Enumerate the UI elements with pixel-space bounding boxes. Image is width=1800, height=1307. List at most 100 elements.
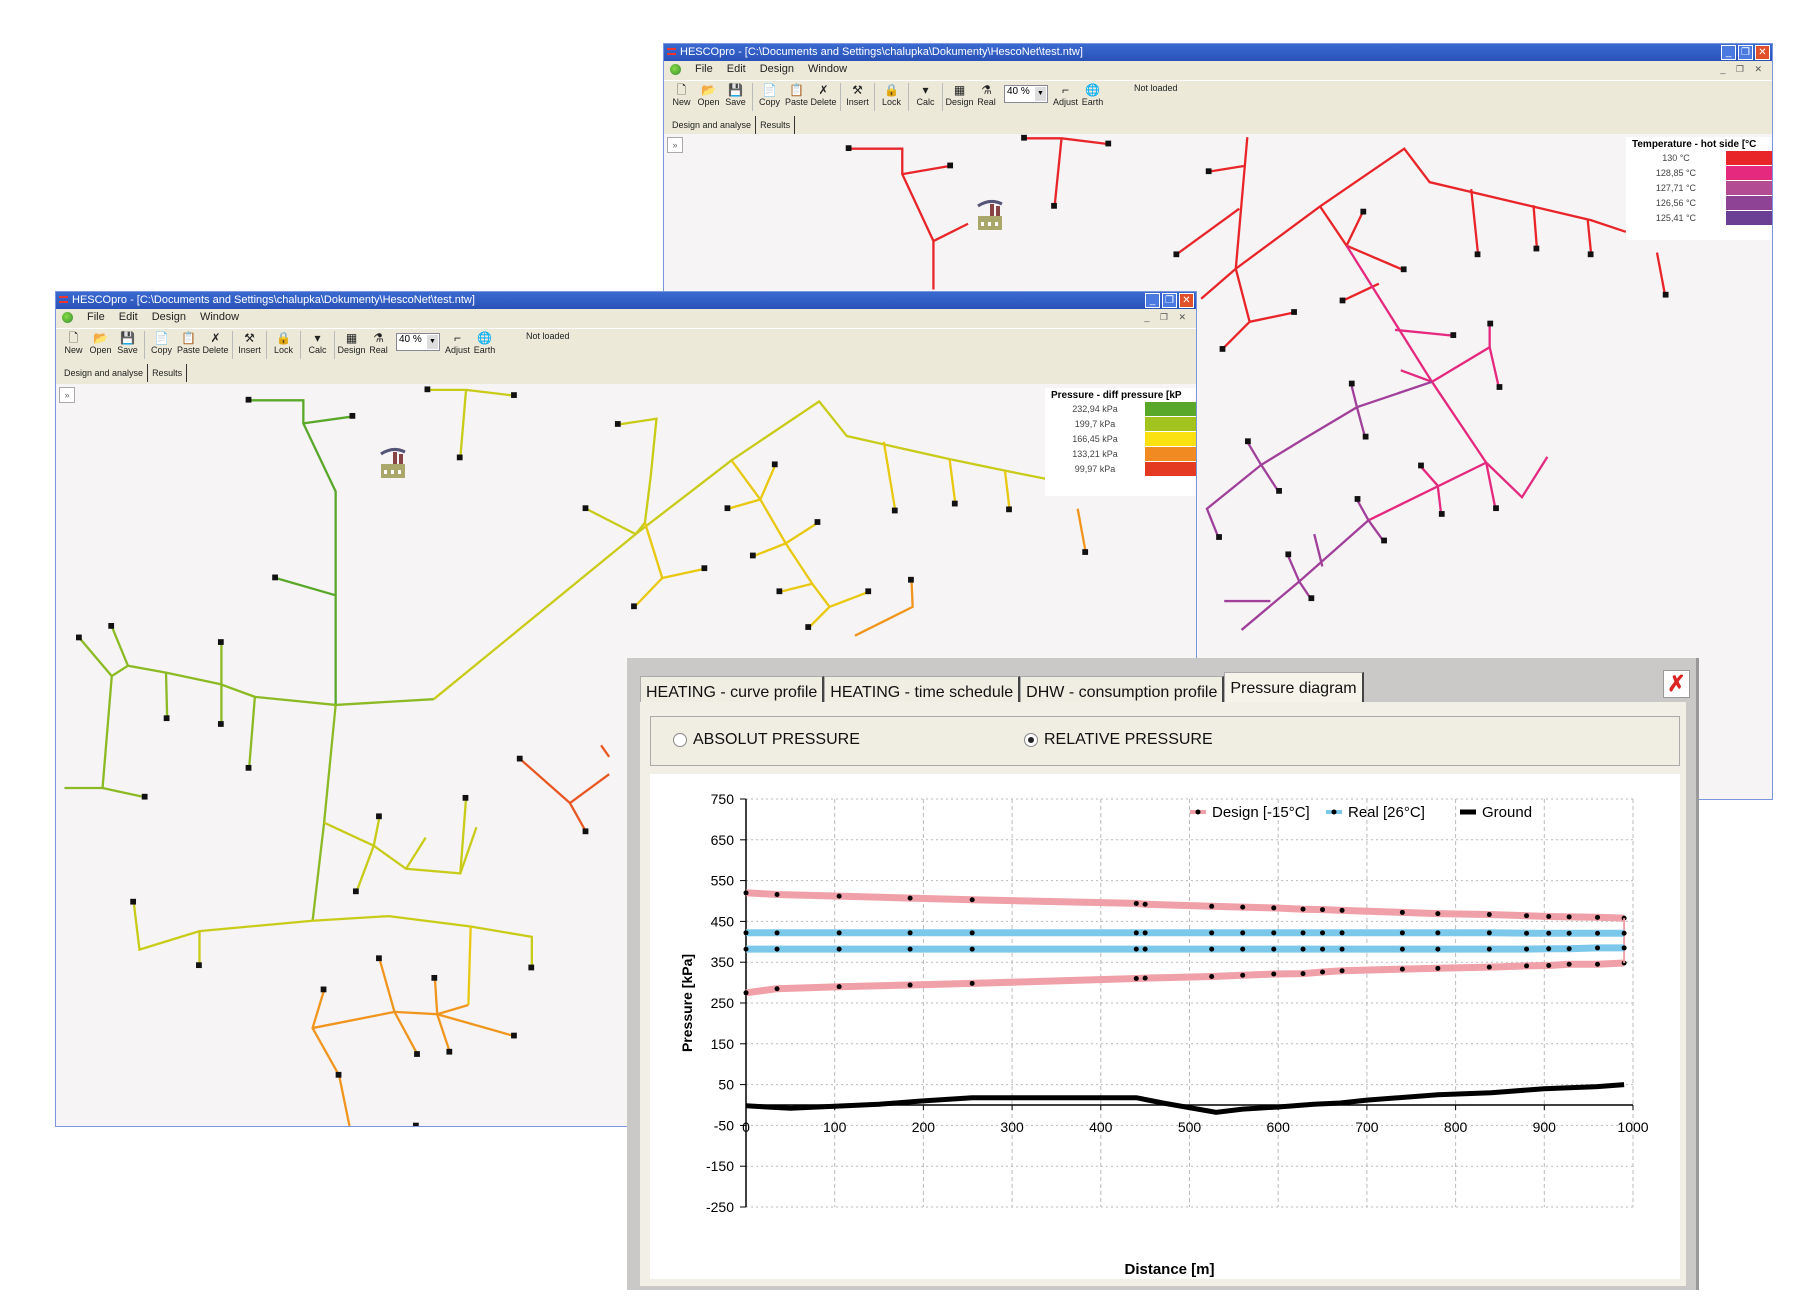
menu-edit[interactable]: Edit — [727, 61, 746, 78]
close-button[interactable]: ✕ — [1179, 293, 1194, 308]
y-tick-label: 750 — [711, 791, 735, 807]
x-tick-label: 500 — [1178, 1119, 1202, 1135]
earth-button[interactable]: 🌐 Earth — [471, 329, 498, 355]
close-button[interactable]: ✕ — [1755, 45, 1770, 60]
x-tick-label: 600 — [1267, 1119, 1291, 1135]
menu-design[interactable]: Design — [760, 61, 794, 78]
zoom-select[interactable]: 40 % ▼ — [1004, 85, 1048, 103]
menu-bar: File Edit Design Window _ ❐ ✕ — [664, 61, 1772, 78]
legend-value: 232,94 kPa — [1072, 403, 1118, 414]
insert-button[interactable]: ⚒ Insert — [236, 329, 263, 355]
chevron-down-icon: ▼ — [1035, 87, 1046, 101]
tab-results[interactable]: Results — [148, 364, 188, 382]
earth-icon: 🌐 — [477, 331, 492, 345]
window-title: HESCOpro - [C:\Documents and Settings\ch… — [680, 46, 1083, 58]
real-button[interactable]: ⚗ Real — [365, 329, 392, 355]
toolbar-separator — [144, 331, 145, 359]
adjust-button[interactable]: ⌐ Adjust — [1052, 81, 1079, 107]
copy-button[interactable]: 📄 Copy — [148, 329, 175, 355]
data-point — [1300, 971, 1306, 977]
save-button[interactable]: 💾 Save — [722, 81, 749, 107]
data-point — [836, 984, 842, 990]
data-point — [1142, 946, 1148, 952]
real-button[interactable]: ⚗ Real — [973, 81, 1000, 107]
adjust-icon: ⌐ — [1061, 83, 1069, 97]
data-point — [774, 891, 780, 897]
tab-design-and-analyse[interactable]: Design and analyse — [60, 364, 149, 382]
design-button[interactable]: ▦ Design — [337, 329, 366, 355]
design-button[interactable]: ▦ Design — [946, 81, 974, 107]
open-button[interactable]: 📂 Open — [87, 329, 114, 355]
legend-value: 199,7 kPa — [1074, 418, 1116, 429]
data-point — [1133, 930, 1139, 936]
data-point — [1399, 930, 1405, 936]
earth-icon: 🌐 — [1085, 83, 1100, 97]
delete-button[interactable]: ✗ Delete — [810, 81, 837, 107]
new-button[interactable]: 🗋 New — [60, 329, 87, 355]
pressure-diagram-panel: ABSOLUT PRESSURE RELATIVE PRESSURE 750 65… — [640, 702, 1686, 1286]
legend-item: 130 °C — [1626, 150, 1772, 165]
menu-window[interactable]: Window — [200, 309, 239, 326]
copy-button[interactable]: 📄 Copy — [756, 81, 783, 107]
paste-button[interactable]: 📋 Paste — [783, 81, 810, 107]
legend-swatch — [1145, 461, 1196, 476]
lock-button[interactable]: 🔒 Lock — [270, 329, 297, 355]
save-button[interactable]: 💾 Save — [114, 329, 141, 355]
delete-button[interactable]: ✗ Delete — [202, 329, 229, 355]
tab-results[interactable]: Results — [756, 116, 796, 134]
insert-icon: ⚒ — [852, 83, 863, 97]
menu-file[interactable]: File — [87, 309, 105, 326]
tab-design-and-analyse[interactable]: Design and analyse — [668, 116, 757, 134]
earth-button[interactable]: 🌐 Earth — [1079, 81, 1106, 107]
paste-button[interactable]: 📋 Paste — [175, 329, 202, 355]
lock-label: Lock — [881, 97, 901, 107]
ground-line — [745, 1082, 1625, 1115]
data-point — [1524, 946, 1530, 952]
x-tick-label: 200 — [912, 1119, 936, 1135]
legend-item: 199,7 kPa — [1045, 416, 1196, 431]
relative-pressure-radio[interactable]: RELATIVE PRESSURE — [1024, 731, 1213, 749]
data-point — [774, 946, 780, 952]
menu-edit[interactable]: Edit — [119, 309, 138, 326]
y-tick-label: 450 — [711, 913, 735, 929]
minimize-button[interactable]: _ — [1145, 293, 1160, 308]
insert-button[interactable]: ⚒ Insert — [844, 81, 871, 107]
mdi-controls[interactable]: _ ❐ ✕ — [1144, 309, 1190, 326]
zoom-select[interactable]: 40 % ▼ — [396, 333, 440, 351]
restore-button[interactable]: ❐ — [1162, 293, 1177, 308]
tab-pressure-diagram[interactable]: Pressure diagram — [1224, 672, 1364, 706]
design-label: Design — [337, 345, 366, 355]
status-text: Not loaded — [1134, 83, 1178, 93]
data-point — [1486, 964, 1492, 970]
open-button[interactable]: 📂 Open — [695, 81, 722, 107]
data-point — [907, 895, 913, 901]
menu-window[interactable]: Window — [808, 61, 847, 78]
data-point — [1300, 930, 1306, 936]
data-point — [1566, 961, 1572, 967]
calc-button[interactable]: ▾ Calc — [912, 81, 939, 107]
new-button[interactable]: 🗋 New — [668, 81, 695, 107]
paste-label: Paste — [176, 345, 200, 355]
legend-item: 125,41 °C — [1626, 210, 1772, 225]
globe-icon — [62, 312, 73, 323]
lock-button[interactable]: 🔒 Lock — [878, 81, 905, 107]
legend-item: 232,94 kPa — [1045, 401, 1196, 416]
legend-item: 126,56 °C — [1626, 195, 1772, 210]
menu-file[interactable]: File — [695, 61, 713, 78]
data-point — [1209, 946, 1215, 952]
legend-value: 125,41 °C — [1655, 212, 1697, 223]
radio-icon — [673, 733, 687, 747]
mdi-controls[interactable]: _ ❐ ✕ — [1720, 61, 1766, 78]
restore-button[interactable]: ❐ — [1738, 45, 1753, 60]
absolute-pressure-radio[interactable]: ABSOLUT PRESSURE — [673, 731, 860, 749]
toolbar-separator — [300, 331, 301, 359]
close-icon[interactable]: ✗ — [1663, 670, 1690, 698]
insert-icon: ⚒ — [244, 331, 255, 345]
menu-design[interactable]: Design — [152, 309, 186, 326]
data-point — [1546, 946, 1552, 952]
adjust-button[interactable]: ⌐ Adjust — [444, 329, 471, 355]
x-tick-label: 100 — [823, 1119, 847, 1135]
calc-button[interactable]: ▾ Calc — [304, 329, 331, 355]
series-line-0-1 — [745, 959, 1625, 997]
minimize-button[interactable]: _ — [1721, 45, 1736, 60]
